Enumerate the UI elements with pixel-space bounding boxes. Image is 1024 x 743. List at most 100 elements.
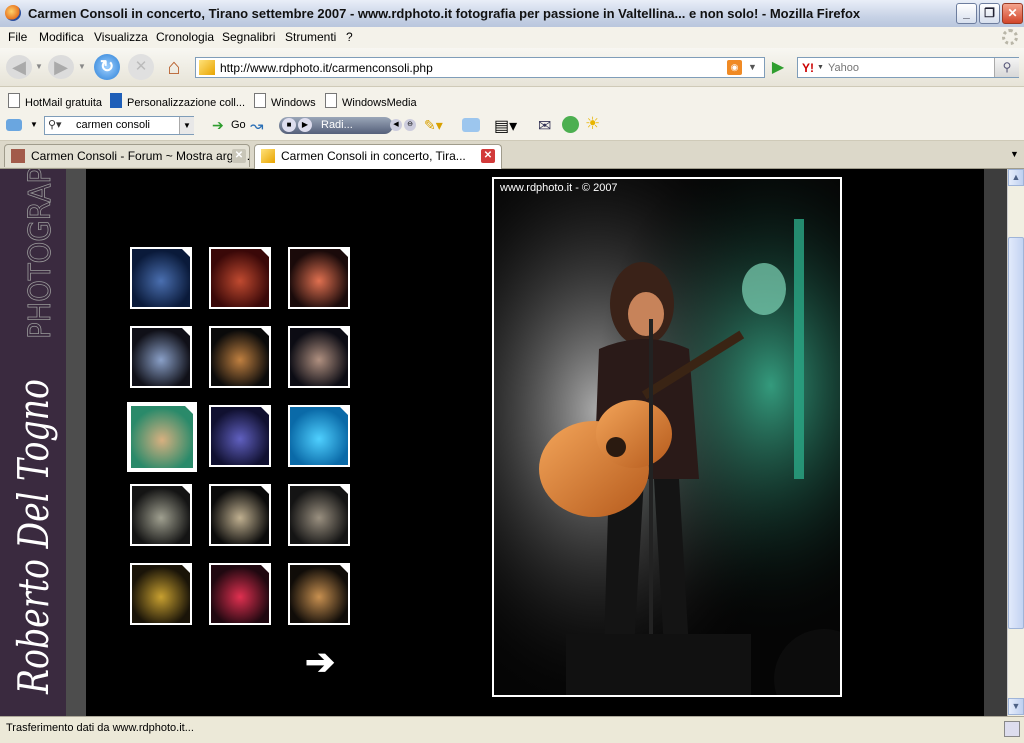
throbber-icon xyxy=(1002,29,1018,45)
search-engine-icon[interactable]: Y! xyxy=(802,61,814,75)
photography-heading: PHOTOGRAP xyxy=(23,169,58,339)
menu-bar: File Modifica Visualizza Cronologia Segn… xyxy=(0,27,1024,49)
toolbar-menu-dropdown-icon[interactable]: ▼ xyxy=(30,120,38,129)
bookmark-personalizzazione[interactable]: Personalizzazione coll... xyxy=(110,93,245,109)
toolbar-logo-icon[interactable] xyxy=(6,119,22,131)
tab-active-close-icon[interactable]: ✕ xyxy=(481,149,495,163)
sidebar-banner: Roberto Del Togno PHOTOGRAP xyxy=(0,169,86,716)
tab-forum[interactable]: Carmen Consoli - Forum ~ Mostra argo... … xyxy=(4,144,250,167)
rss-feed-icon[interactable]: ◉ xyxy=(727,60,742,75)
gallery-thumbnail[interactable] xyxy=(209,247,271,309)
toolbar-option-icon[interactable] xyxy=(462,118,480,132)
window-titlebar[interactable]: Carmen Consoli in concerto, Tirano sette… xyxy=(0,0,1024,28)
bookmark-hotmail[interactable]: HotMail gratuita xyxy=(8,93,102,109)
back-icon[interactable]: ◀ xyxy=(6,55,32,79)
right-border-stripe xyxy=(984,169,1007,716)
go-icon[interactable]: ➔ xyxy=(212,117,224,134)
scroll-up-button[interactable]: ▲ xyxy=(1008,169,1024,186)
search-magnifier-icon[interactable]: ⚲ xyxy=(994,58,1019,77)
main-photo: www.rdphoto.it - © 2007 xyxy=(492,177,842,697)
close-button[interactable]: ✕ xyxy=(1002,3,1023,24)
gallery-thumbnail[interactable] xyxy=(209,405,271,467)
gallery-thumbnail[interactable] xyxy=(130,326,192,388)
toolbar-search-value: carmen consoli xyxy=(76,119,150,131)
menu-help[interactable]: ? xyxy=(346,30,353,44)
page-icon xyxy=(325,93,337,108)
toolbar-search-icon: ⚲▾ xyxy=(48,119,62,131)
url-history-dropdown-icon[interactable]: ▼ xyxy=(748,62,757,72)
search-bar[interactable]: Y! ▼ ⚲ xyxy=(797,57,1019,78)
tab-carmen-consoli[interactable]: Carmen Consoli in concerto, Tira... ✕ xyxy=(254,144,502,169)
toolbar-search-field[interactable]: ⚲▾ carmen consoli ▼ xyxy=(44,116,194,135)
search-input[interactable] xyxy=(828,59,990,76)
menu-segnalibri[interactable]: Segnalibri xyxy=(222,30,275,44)
radio-player[interactable]: ■ ▶ Radi... xyxy=(279,117,393,134)
gallery-thumbnail[interactable] xyxy=(127,402,197,472)
status-bar: Trasferimento dati da www.rdphoto.it... xyxy=(0,716,1024,743)
gallery-thumbnail[interactable] xyxy=(130,247,192,309)
chat-icon[interactable]: ✉ xyxy=(538,116,551,136)
home-icon[interactable]: ⌂ xyxy=(162,54,186,80)
gallery-thumbnail[interactable] xyxy=(288,484,350,546)
menu-cronologia[interactable]: Cronologia xyxy=(156,30,214,44)
vertical-scrollbar[interactable]: ▲ ▼ xyxy=(1007,169,1024,716)
bookmark-windows[interactable]: Windows xyxy=(254,93,316,109)
url-text: http://www.rdphoto.it/carmenconsoli.php xyxy=(220,61,433,75)
globe-icon[interactable] xyxy=(562,116,579,133)
maximize-button[interactable]: ❐ xyxy=(979,3,1000,24)
msn-icon xyxy=(110,93,122,108)
volume-icon[interactable]: ◀ xyxy=(390,119,402,131)
url-bar[interactable]: http://www.rdphoto.it/carmenconsoli.php … xyxy=(195,57,765,78)
gallery-thumbnail[interactable] xyxy=(130,563,192,625)
forward-icon[interactable]: ▶ xyxy=(48,55,74,79)
next-page-arrow[interactable]: ➔ xyxy=(305,641,335,683)
radio-station-label: Radi... xyxy=(321,119,353,131)
firefox-logo-icon xyxy=(5,5,21,21)
gallery-thumbnail[interactable] xyxy=(288,247,350,309)
menu-visualizza[interactable]: Visualizza xyxy=(94,30,148,44)
gallery-thumbnail[interactable] xyxy=(209,326,271,388)
tab-forum-favicon-icon xyxy=(11,149,25,163)
page-icon xyxy=(254,93,266,108)
photographer-logo: Roberto Del Togno PHOTOGRAP xyxy=(9,169,58,695)
tab-forum-close-icon[interactable]: ✕ xyxy=(232,149,246,163)
calendar-icon[interactable]: ▤▾ xyxy=(494,116,517,136)
menu-file[interactable]: File xyxy=(8,30,27,44)
addon-toolbar: ▼ ⚲▾ carmen consoli ▼ ➔ Go ↝ ■ ▶ Radi...… xyxy=(0,112,1024,141)
menu-strumenti[interactable]: Strumenti xyxy=(285,30,336,44)
tab-strip: Carmen Consoli - Forum ~ Mostra argo... … xyxy=(0,141,1024,169)
tab-list-dropdown-icon[interactable]: ▼ xyxy=(1010,149,1019,159)
site-favicon-icon xyxy=(199,60,215,75)
search-engine-dropdown-icon[interactable]: ▼ xyxy=(817,64,824,71)
toolbar-search-dropdown-icon[interactable]: ▼ xyxy=(179,117,194,134)
gallery-thumbnail[interactable] xyxy=(130,484,192,546)
radio-play-icon[interactable]: ▶ xyxy=(298,118,312,132)
highlighter-tool-icon[interactable]: ✎▾ xyxy=(424,117,443,134)
weather-sun-icon[interactable]: ☀ xyxy=(585,114,600,134)
bookmarks-toolbar: HotMail gratuita Personalizzazione coll.… xyxy=(0,87,1024,113)
back-history-dropdown-icon[interactable]: ▼ xyxy=(35,62,43,71)
gallery-thumbnail[interactable] xyxy=(209,563,271,625)
gallery-thumbnail[interactable] xyxy=(209,484,271,546)
highlight-icon[interactable]: ↝ xyxy=(250,116,263,136)
gallery-thumbnail[interactable] xyxy=(288,326,350,388)
minimize-button[interactable]: _ xyxy=(956,3,977,24)
mute-icon[interactable]: ⊖ xyxy=(404,119,416,131)
scroll-down-button[interactable]: ▼ xyxy=(1008,698,1024,715)
go-button[interactable]: Go xyxy=(231,119,246,131)
scrollbar-thumb[interactable] xyxy=(1008,237,1024,629)
bookmark-windowsmedia[interactable]: WindowsMedia xyxy=(325,93,417,109)
gallery-thumbnail[interactable] xyxy=(288,563,350,625)
photographer-name: Roberto Del Togno xyxy=(9,379,58,695)
tab-active-favicon-icon xyxy=(261,149,275,163)
gallery-thumbnail[interactable] xyxy=(288,405,350,467)
main-photo-image: www.rdphoto.it - © 2007 xyxy=(494,179,840,695)
reload-icon[interactable]: ↻ xyxy=(94,54,120,80)
go-arrow-icon[interactable]: ▶ xyxy=(767,57,789,78)
status-text: Trasferimento dati da www.rdphoto.it... xyxy=(6,722,194,734)
sidebar-stripe xyxy=(66,169,86,716)
radio-stop-icon[interactable]: ■ xyxy=(282,118,296,132)
stop-icon[interactable]: ✕ xyxy=(128,54,154,80)
forward-history-dropdown-icon[interactable]: ▼ xyxy=(78,62,86,71)
menu-modifica[interactable]: Modifica xyxy=(39,30,84,44)
